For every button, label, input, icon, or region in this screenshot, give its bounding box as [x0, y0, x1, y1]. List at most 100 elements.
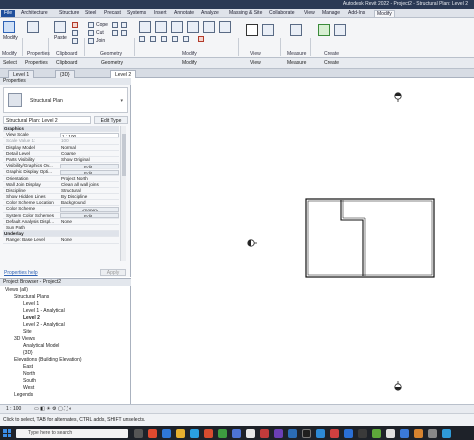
measure-button[interactable]: [290, 24, 302, 36]
tab-collaborate[interactable]: Collaborate: [269, 10, 295, 17]
tab-systems[interactable]: Systems: [127, 10, 146, 17]
browser-tree-item[interactable]: South: [2, 378, 82, 385]
instance-selector[interactable]: Structural Plan: Level 2: [3, 116, 91, 124]
cut-geometry-button[interactable]: Cut: [88, 30, 104, 36]
browser-tree-item[interactable]: East: [2, 364, 82, 371]
windows-start-icon[interactable]: [3, 429, 11, 437]
scale-button[interactable]: [172, 36, 178, 42]
browser-tree-item[interactable]: Level 1 - Analytical: [2, 308, 82, 315]
browser-tree-item[interactable]: 3D Views: [2, 336, 82, 343]
type-selector[interactable]: Structural Plan ▾: [3, 87, 128, 113]
property-value[interactable]: 1 : 100: [60, 132, 119, 138]
app-icon-10[interactable]: [260, 429, 269, 438]
tab-annotate[interactable]: Annotate: [174, 10, 194, 17]
property-value[interactable]: None: [60, 237, 119, 242]
tab-massing-site[interactable]: Massing & Site: [229, 10, 262, 17]
properties-button[interactable]: [27, 21, 39, 33]
offset-button[interactable]: [155, 21, 167, 33]
taskbar-search-box[interactable]: Type here to search: [16, 429, 128, 438]
delete-button[interactable]: [198, 36, 204, 42]
create-parts-button[interactable]: [334, 24, 346, 36]
app-icon-21[interactable]: [414, 429, 423, 438]
browser-tree-item[interactable]: Level 2: [2, 315, 82, 322]
array-button[interactable]: [161, 36, 167, 42]
browser-tree-item[interactable]: Legends: [2, 392, 82, 399]
properties-dropdown[interactable]: Properties: [25, 60, 48, 66]
property-edit-button[interactable]: Edit...: [60, 169, 119, 175]
modify-tool-button[interactable]: Modify: [3, 21, 18, 41]
app-icon-19[interactable]: [386, 429, 395, 438]
app-icon-12[interactable]: [288, 429, 297, 438]
view-tab-3d[interactable]: {3D}: [55, 70, 75, 78]
chrome-icon[interactable]: [246, 429, 255, 438]
tab-structure[interactable]: Structure: [59, 10, 79, 17]
cope-button[interactable]: Cope: [88, 22, 108, 28]
view-dropdown[interactable]: View: [250, 60, 261, 66]
app-icon-18[interactable]: [372, 429, 381, 438]
app-icon-23[interactable]: [442, 429, 451, 438]
geometry-tool-2[interactable]: [121, 22, 127, 28]
browser-tree-item[interactable]: Level 1: [2, 301, 82, 308]
paste-button[interactable]: Paste: [54, 21, 67, 41]
drawing-canvas[interactable]: [131, 78, 474, 404]
clipboard-dropdown[interactable]: Clipboard: [56, 60, 77, 66]
edit-type-button[interactable]: Edit Type: [94, 116, 128, 124]
task-view-icon[interactable]: [134, 429, 143, 438]
view-tab-level-1[interactable]: Level 1: [8, 70, 35, 78]
app-icon-6[interactable]: [204, 429, 213, 438]
join-button[interactable]: Join: [88, 38, 105, 44]
align-button[interactable]: [139, 21, 151, 33]
view-scale-control[interactable]: 1 : 100: [6, 406, 21, 412]
elevation-marker-north[interactable]: [394, 92, 402, 102]
app-icon-8[interactable]: [232, 429, 241, 438]
trim-button[interactable]: [139, 36, 145, 42]
tab-add-ins[interactable]: Add-Ins: [348, 10, 365, 17]
tab-view[interactable]: View: [304, 10, 315, 17]
edge-browser-icon[interactable]: [162, 429, 171, 438]
app-icon-11[interactable]: [274, 429, 283, 438]
copy-clipboard-button[interactable]: [72, 30, 78, 36]
browser-tree-item[interactable]: Elevations (Building Elevation): [2, 357, 82, 364]
elevation-marker-west[interactable]: [247, 239, 257, 247]
geometry-tool-1[interactable]: [112, 22, 118, 28]
detail-level-icon[interactable]: ▭ ◧ ☀ ⚙ ▢ ⛶ ◐: [34, 406, 72, 412]
copy-button[interactable]: [203, 21, 215, 33]
modify-dropdown[interactable]: Modify: [182, 60, 197, 66]
app-icon-20[interactable]: [400, 429, 409, 438]
tab-steel[interactable]: Steel: [85, 10, 96, 17]
properties-scrollbar[interactable]: [120, 126, 126, 261]
create-assembly-button[interactable]: [318, 24, 330, 36]
floor-plan-walls[interactable]: [305, 198, 435, 278]
elevation-marker-south[interactable]: [394, 381, 402, 391]
split-button[interactable]: [150, 36, 156, 42]
move-button[interactable]: [187, 21, 199, 33]
property-edit-button[interactable]: Edit...: [60, 213, 119, 218]
view-tab-level-2[interactable]: Level 2: [110, 70, 137, 78]
rotate-button[interactable]: [219, 21, 231, 33]
app-icon-15[interactable]: [330, 429, 339, 438]
app-icon-7[interactable]: [218, 429, 227, 438]
tab-architecture[interactable]: Architecture: [21, 10, 48, 17]
browser-tree-item[interactable]: {3D}: [2, 350, 82, 357]
app-icon-22[interactable]: [428, 429, 437, 438]
view-tool-1[interactable]: [246, 24, 258, 36]
browser-tree-item[interactable]: West: [2, 385, 82, 392]
browser-tree-item[interactable]: Level 2 - Analytical: [2, 322, 82, 329]
mirror-button[interactable]: [171, 21, 183, 33]
tab-analyze[interactable]: Analyze: [201, 10, 219, 17]
app-icon-17[interactable]: [358, 429, 367, 438]
word-icon[interactable]: [344, 429, 353, 438]
geometry-tool-4[interactable]: [121, 30, 127, 36]
apply-button[interactable]: Apply: [100, 269, 126, 276]
tab-insert[interactable]: Insert: [154, 10, 167, 17]
property-edit-button[interactable]: <none>: [60, 206, 119, 212]
properties-help-link[interactable]: Properties help: [4, 270, 38, 276]
browser-tree-item[interactable]: Site: [2, 329, 82, 336]
app-icon-14[interactable]: [316, 429, 325, 438]
browser-tree-item[interactable]: Analytical Model: [2, 343, 82, 350]
geometry-dropdown[interactable]: Geometry: [101, 60, 123, 66]
tab-manage[interactable]: Manage: [322, 10, 340, 17]
select-dropdown[interactable]: Select: [3, 60, 17, 66]
tab-modify[interactable]: Modify: [374, 10, 395, 17]
browser-tree-item[interactable]: Views (all): [2, 287, 82, 294]
